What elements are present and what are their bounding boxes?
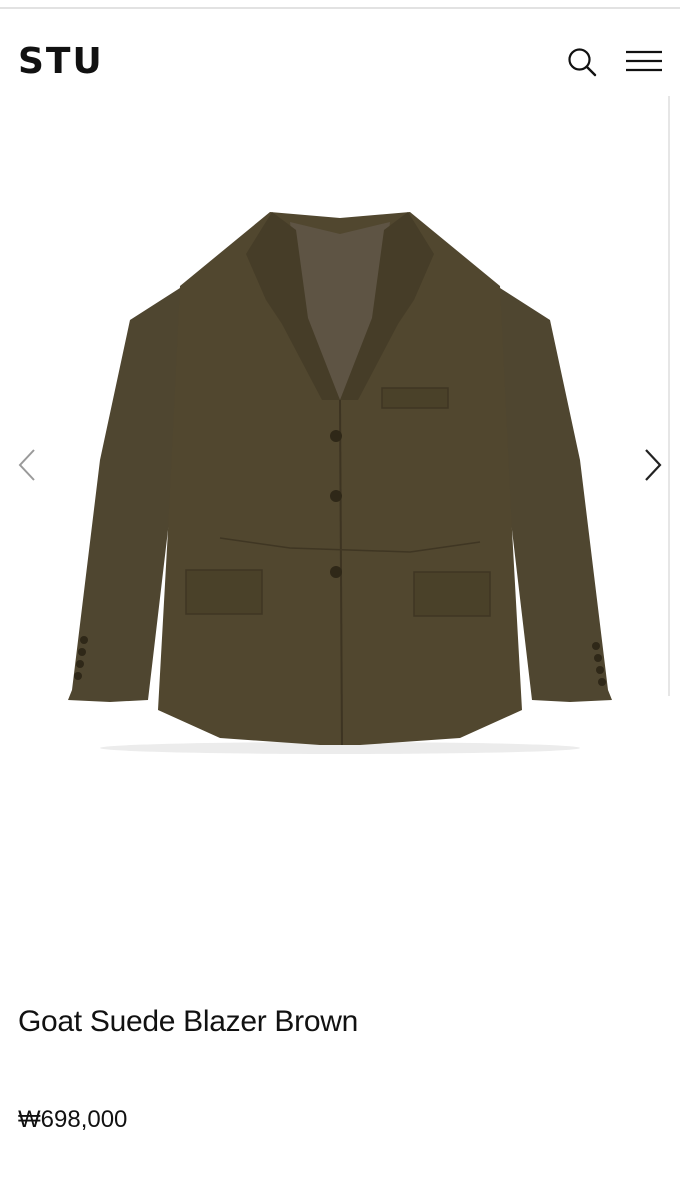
product-image: [68, 212, 612, 754]
chevron-left-icon: [18, 449, 35, 481]
site-header: STU: [0, 30, 680, 94]
top-divider: [0, 7, 680, 9]
hamburger-menu-icon: [626, 50, 662, 72]
previous-image-button[interactable]: [12, 445, 42, 485]
brand-logo[interactable]: STU: [18, 40, 104, 84]
menu-button[interactable]: [622, 42, 666, 82]
search-button[interactable]: [562, 42, 602, 82]
product-title: Goat Suede Blazer Brown: [18, 1005, 358, 1038]
product-image-gallery[interactable]: [0, 150, 680, 780]
next-image-button[interactable]: [638, 445, 668, 485]
search-icon: [568, 48, 597, 77]
product-price: ₩698,000: [18, 1106, 128, 1133]
product-page: STU Goat Suede Blazer Brown ₩698,000: [0, 0, 680, 1200]
chevron-right-icon: [645, 449, 662, 481]
